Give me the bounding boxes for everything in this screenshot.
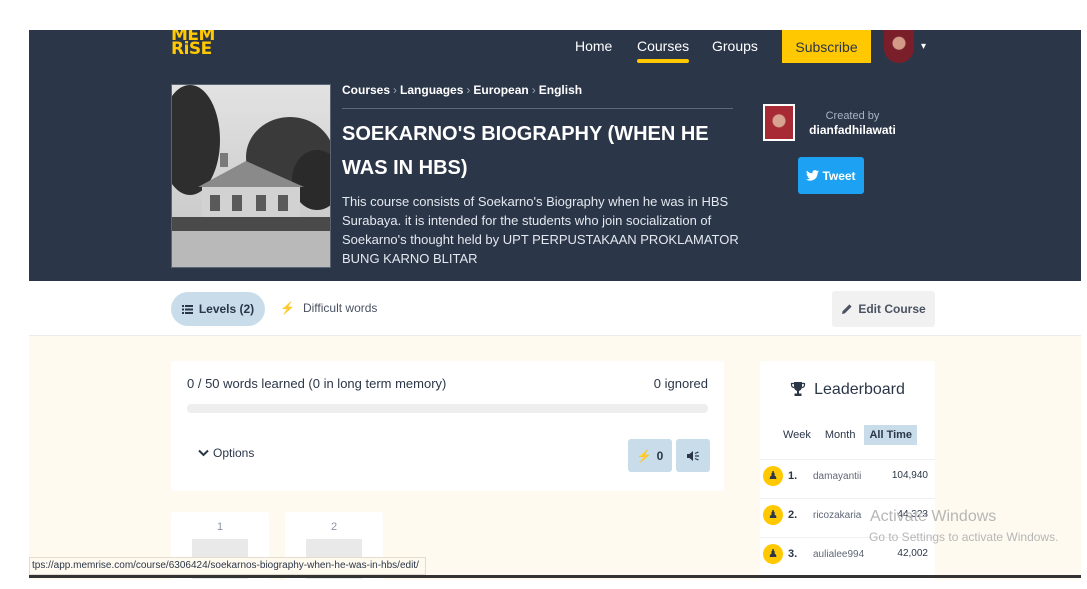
leaderboard-title-text: Leaderboard [814,381,905,398]
leaderboard-title: Leaderboard [760,381,935,399]
user-avatar[interactable] [884,30,914,63]
breadcrumb-english[interactable]: English [539,83,582,97]
review-button[interactable]: ⚡ 0 [628,439,672,472]
leaderboard-rank: 1. [788,470,798,482]
edit-course-button[interactable]: Edit Course [832,291,935,327]
lightning-icon: ⚡ [636,448,652,463]
review-count: 0 [656,448,664,463]
tweet-label: Tweet [822,168,856,183]
tab-difficult-label: Difficult words [302,301,378,315]
tab-difficult-words[interactable]: ⚡ Difficult words [280,301,377,315]
course-cover-image [171,84,331,268]
trophy-icon [791,382,806,396]
speaker-icon [687,450,699,461]
pencil-icon [842,304,852,314]
tab-levels-label: Levels (2) [198,302,255,316]
user-medal-icon: ♟ [763,505,783,525]
lightning-icon: ⚡ [280,301,295,315]
leaderboard-score: 104,940 [891,470,928,481]
leaderboard-username[interactable]: ricozakaria [813,510,870,521]
caret-down-icon[interactable]: ▾ [921,41,926,52]
leaderboard-tab-month[interactable]: Month [820,425,861,445]
leaderboard-username[interactable]: aulialee994 [813,549,870,560]
created-by-label: Created by [825,110,880,122]
course-title: SOEKARNO'S BIOGRAPHY (WHEN HE WAS IN HBS… [342,123,709,179]
course-header: MEMRiSE Home Courses Groups Subscribe ▾ [29,30,1081,281]
breadcrumb-separator: › [466,83,471,97]
memrise-logo[interactable]: MEM RiSE [171,30,215,58]
subscribe-button[interactable]: Subscribe [782,30,871,63]
leaderboard-row[interactable]: ♟ 1. damayantii 104,940 [760,459,935,493]
breadcrumb-european[interactable]: European [473,83,528,97]
windows-activation-subtitle: Go to Settings to activate Windows. [869,530,1059,544]
nav-home[interactable]: Home [575,38,612,54]
building-photo [172,85,330,267]
words-learned-text: 0 / 50 words learned (0 in long term mem… [187,376,447,391]
leaderboard-tab-week[interactable]: Week [778,425,816,445]
ignored-count[interactable]: 0 ignored [654,376,708,391]
listening-button[interactable] [676,439,710,472]
nav-courses[interactable]: Courses [637,38,690,63]
leaderboard-rank: 2. [788,509,798,521]
leaderboard-username[interactable]: damayantii [813,471,870,482]
windows-activation-title: Activate Windows [870,508,997,525]
progress-card: 0 / 50 words learned (0 in long term mem… [171,361,724,491]
tab-levels[interactable]: Levels (2) [171,292,265,326]
status-bar-url: tps://app.memrise.com/course/6306424/soe… [29,557,426,575]
options-toggle[interactable]: Options [198,446,254,460]
progress-bar [187,404,708,413]
level-number: 2 [330,521,338,533]
edit-course-label: Edit Course [858,302,926,316]
creator-avatar[interactable] [763,104,795,141]
options-label: Options [213,446,255,460]
leaderboard-period-tabs: Week Month All Time [760,425,935,445]
breadcrumb-languages[interactable]: Languages [400,83,463,97]
window-bottom-border [29,575,1081,578]
nav-groups[interactable]: Groups [712,38,758,54]
course-description: This course consists of Soekarno's Biogr… [342,194,739,266]
creator-name-link[interactable]: dianfadhilawati [805,123,900,137]
user-medal-icon: ♟ [763,544,783,564]
leaderboard-score: 42,002 [897,548,928,559]
leaderboard-tab-all-time[interactable]: All Time [864,425,918,445]
breadcrumb: Courses › Languages › European › English [342,83,582,97]
course-tabs: Levels (2) ⚡ Difficult words Edit Course [29,281,1081,336]
user-medal-icon: ♟ [763,466,783,486]
breadcrumb-separator: › [531,83,536,97]
leaderboard: Leaderboard Week Month All Time ♟ 1. dam… [760,361,935,580]
level-number: 1 [216,521,224,533]
twitter-bird-icon [806,170,820,181]
leaderboard-rank: 3. [788,548,798,560]
chevron-down-icon [198,449,209,457]
browser-viewport: MEMRiSE Home Courses Groups Subscribe ▾ [29,30,1081,580]
tweet-button[interactable]: Tweet [798,157,864,194]
breadcrumb-divider [342,108,733,109]
list-icon [181,304,193,314]
breadcrumb-courses[interactable]: Courses [342,83,390,97]
breadcrumb-separator: › [393,83,398,97]
